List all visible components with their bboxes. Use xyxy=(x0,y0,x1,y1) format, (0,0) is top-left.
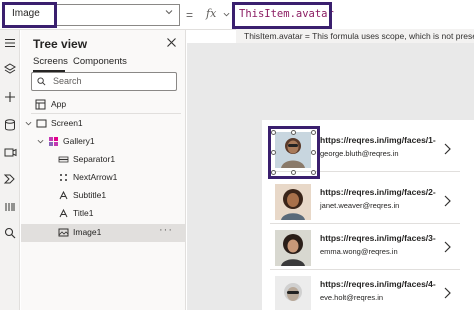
chevron-down-icon xyxy=(223,12,230,17)
app-icon xyxy=(35,99,46,110)
gallery-item[interactable]: https://reqres.in/img/faces/3- emma.wong… xyxy=(270,226,460,270)
tab-screens[interactable]: Screens xyxy=(33,56,68,67)
tree-item-label: Image1 xyxy=(73,227,102,237)
tree-item-nextarrow1[interactable]: NextArrow1 xyxy=(21,169,185,187)
item-subtitle: george.bluth@reqres.in xyxy=(320,149,399,158)
item-title: https://reqres.in/img/faces/1- xyxy=(320,135,436,145)
power-automate-icon[interactable] xyxy=(3,172,17,186)
item-subtitle: janet.weaver@reqres.in xyxy=(320,201,400,210)
arrow-icon xyxy=(60,174,67,181)
tree-item-gallery1[interactable]: Gallery1 xyxy=(21,133,185,151)
equals-sign: = xyxy=(186,8,194,22)
search-placeholder: Search xyxy=(53,76,82,86)
chevron-down-icon[interactable] xyxy=(37,138,44,145)
avatar xyxy=(275,230,311,266)
tree-item-label: App xyxy=(51,99,67,109)
left-rail xyxy=(0,30,20,310)
chevron-right-icon[interactable] xyxy=(442,194,452,208)
divider xyxy=(31,113,181,114)
media-icon[interactable] xyxy=(3,146,17,160)
avatar xyxy=(275,184,311,220)
avatar xyxy=(275,276,311,310)
item-title: https://reqres.in/img/faces/3- xyxy=(320,233,436,243)
tree-item-title1[interactable]: Title1 xyxy=(21,205,185,223)
property-highlight-box xyxy=(2,2,57,28)
label-icon xyxy=(59,208,68,218)
tree-item-separator1[interactable]: Separator1 xyxy=(21,151,185,169)
search-icon[interactable] xyxy=(3,226,17,240)
tree-item-subtitle1[interactable]: Subtitle1 xyxy=(21,187,185,205)
layers-icon[interactable] xyxy=(3,62,17,76)
tree-item-label: Subtitle1 xyxy=(73,190,107,200)
gallery-icon xyxy=(49,137,58,146)
label-icon xyxy=(59,190,68,200)
chevron-right-icon[interactable] xyxy=(442,286,452,300)
formula-hint: ThisItem.avatar = This formula uses scop… xyxy=(236,29,474,43)
tree-item-label: Title1 xyxy=(73,208,94,218)
close-icon[interactable] xyxy=(166,37,177,48)
fx-icon: fx xyxy=(206,7,217,20)
database-icon[interactable] xyxy=(3,118,17,132)
screen-icon xyxy=(36,119,47,128)
tree-item-label: Separator1 xyxy=(73,154,116,164)
chevron-right-icon[interactable] xyxy=(442,240,452,254)
formula-highlight-box xyxy=(232,2,332,29)
tree-item-label: Gallery1 xyxy=(63,136,95,146)
tree-item-image1[interactable]: Image1 ··· xyxy=(21,224,185,242)
tab-components[interactable]: Components xyxy=(73,56,127,67)
variables-icon[interactable] xyxy=(3,200,17,214)
hamburger-menu-icon[interactable] xyxy=(3,36,17,50)
item-subtitle: emma.wong@reqres.in xyxy=(320,247,398,256)
tree-view-title: Tree view xyxy=(33,37,88,51)
gallery-item[interactable]: https://reqres.in/img/faces/2- janet.wea… xyxy=(270,180,460,224)
gallery-item[interactable]: https://reqres.in/img/faces/4- eve.holt@… xyxy=(270,272,460,310)
plus-icon[interactable] xyxy=(3,90,17,104)
tree-item-screen1[interactable]: Screen1 xyxy=(21,115,185,133)
fx-button[interactable]: fx xyxy=(204,6,232,24)
tree-item-label: Screen1 xyxy=(51,118,83,128)
image-highlight-box xyxy=(268,126,320,179)
item-title: https://reqres.in/img/faces/4- xyxy=(320,279,436,289)
tree-item-app[interactable]: App xyxy=(21,96,185,114)
item-title: https://reqres.in/img/faces/2- xyxy=(320,187,436,197)
tree-item-label: NextArrow1 xyxy=(73,172,118,182)
item-subtitle: eve.holt@reqres.in xyxy=(320,293,384,302)
tree-view-panel: Tree view Screens Components Search App … xyxy=(21,30,186,310)
image-icon xyxy=(58,228,69,237)
chevron-down-icon[interactable] xyxy=(25,120,32,127)
tree-search-input[interactable]: Search xyxy=(31,72,177,91)
tree-tabs: Screens Components xyxy=(21,55,186,72)
chevron-down-icon xyxy=(165,10,173,15)
more-options-icon[interactable]: ··· xyxy=(159,224,173,236)
search-icon xyxy=(37,77,46,86)
chevron-right-icon[interactable] xyxy=(442,142,452,156)
rectangle-icon xyxy=(58,156,69,163)
